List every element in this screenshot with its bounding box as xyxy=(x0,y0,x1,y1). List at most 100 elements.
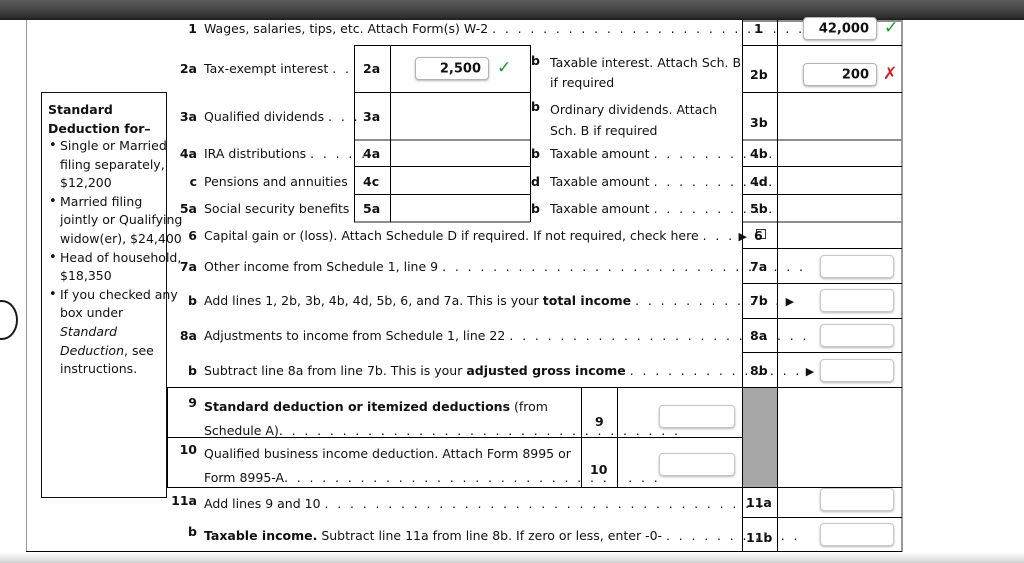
line-3a-description: Qualified dividends . . . xyxy=(204,109,360,124)
line-2a-amount-field[interactable]: 2,500 xyxy=(415,57,489,80)
rule-7a-bottom xyxy=(742,283,902,284)
line-11b-amount-field[interactable] xyxy=(820,523,894,546)
line-2a-box-label: 2a xyxy=(363,61,381,76)
rule-3b-bottom xyxy=(742,139,902,141)
line-10-amount-field[interactable] xyxy=(659,453,735,476)
line-7a-text: Other income from Schedule 1, line 9 xyxy=(204,259,439,274)
line-11b-leader-dots: . . . . . . . . . . . xyxy=(666,528,800,543)
line-8a-amount-field[interactable] xyxy=(820,324,894,347)
rule-5b-bottom-right xyxy=(742,221,902,223)
rule-4a-bottom xyxy=(354,166,530,167)
rule-4a-top xyxy=(354,139,530,141)
line-6-number: 6 xyxy=(188,228,197,243)
line-8b-arrow-icon: ▶ xyxy=(805,365,815,378)
line-5b-description: Taxable amount . . . . . . . . . . xyxy=(550,201,775,216)
line-5a-box-label: 5a xyxy=(363,201,381,216)
line-5a-text: Social security benefits xyxy=(204,201,350,216)
line-3b-text-line2: Sch. B if required xyxy=(550,123,658,138)
standard-deduction-title-line2: Deduction for– xyxy=(48,121,151,136)
line-2b-cross-icon: ✗ xyxy=(883,64,898,84)
vrule-midcol-right xyxy=(530,45,531,222)
rule-11a-bottom xyxy=(742,517,902,518)
line-8a-text: Adjustments to income from Schedule 1, l… xyxy=(204,328,506,343)
line-4c-description: Pensions and annuities xyxy=(204,174,348,189)
standard-deduction-title: Standard Deduction for– xyxy=(48,100,166,138)
line-2b-amount-value: 200 xyxy=(841,67,869,82)
rule-4c-bottom xyxy=(354,194,530,195)
line-10-number: 10 xyxy=(179,442,197,457)
bullet4-italic: Standard Deduction xyxy=(60,323,124,358)
line-9-number: 9 xyxy=(188,395,197,410)
line-8a-description: Adjustments to income from Schedule 1, l… xyxy=(204,328,809,343)
line-9-amount-field[interactable] xyxy=(659,405,735,428)
shaded-no-entry-block xyxy=(742,387,777,487)
rule-7b-bottom xyxy=(742,318,902,319)
line-4a-leader-dots: . . . . . xyxy=(310,146,368,161)
line-11a-number: 11a xyxy=(171,493,197,508)
line-7a-number: 7a xyxy=(179,259,197,274)
line-7b-arrow-icon: ▶ xyxy=(785,295,795,308)
vrule-midcol-inner xyxy=(390,45,391,222)
line-3a-text: Qualified dividends xyxy=(204,109,325,124)
line-8a-number: 8a xyxy=(179,328,197,343)
line-7a-box-label: 7a xyxy=(750,259,768,274)
rule-2b-bottom xyxy=(742,92,902,93)
line-2b-amount-field[interactable]: 200 xyxy=(803,63,877,86)
standard-deduction-title-line1: Standard xyxy=(48,102,113,117)
line-4b-number: b xyxy=(531,146,540,161)
line-4d-text: Taxable amount xyxy=(550,174,650,189)
line-9-text-rest: (from xyxy=(510,399,548,414)
line-9-text-line2: Schedule A). . . . . . . . . . . . . . .… xyxy=(204,419,680,443)
rule-9-top xyxy=(167,387,742,388)
rule-2a-bottom xyxy=(354,92,530,93)
line-8b-leader-dots: . . . . . . . . . . . . . . xyxy=(629,363,802,378)
line-2a-number: 2a xyxy=(179,61,197,76)
standard-deduction-bullets: Single or Married filing separately, $12… xyxy=(44,137,184,379)
line-8b-box-label: 8b xyxy=(750,363,768,378)
line-2a-text: Tax-exempt interest xyxy=(204,61,329,76)
window-chrome-bottom-bar xyxy=(0,552,1024,563)
rule-11b-bottom xyxy=(26,551,902,552)
rule-8a-bottom xyxy=(742,352,902,353)
rule-6-bottom xyxy=(742,248,902,249)
line-11b-number: b xyxy=(188,524,197,539)
line-2b-number: b xyxy=(531,53,540,68)
rule-4b-bottom xyxy=(742,166,902,167)
line-7b-description: Add lines 1, 2b, 3b, 4b, 4d, 5b, 6, and … xyxy=(204,293,794,309)
line-3b-text-line1: Ordinary dividends. Attach xyxy=(550,102,718,117)
line-1-text: Wages, salaries, tips, etc. Attach Form(… xyxy=(204,21,489,36)
line-3a-number: 3a xyxy=(179,109,197,124)
line-9-text-line1: Standard deduction or itemized deduction… xyxy=(204,395,680,419)
line-11b-box-label: 11b xyxy=(746,530,773,545)
line-11b-text-rest: Subtract line 11a from line 8b. If zero … xyxy=(317,528,663,543)
line-1-box-label: 1 xyxy=(754,21,763,36)
form-sheet-right-edge xyxy=(901,20,903,552)
line-1-amount-field[interactable]: 42,000 xyxy=(803,17,877,40)
line-5b-text: Taxable amount xyxy=(550,201,650,216)
line-5a-number: 5a xyxy=(179,201,197,216)
line-4b-box-label: 4b xyxy=(750,146,768,161)
line-4c-number: c xyxy=(189,174,197,189)
line-2b-description: Taxable interest. Attach Sch. B if requi… xyxy=(550,53,741,93)
line-6-description: Capital gain or (loss). Attach Schedule … xyxy=(204,228,766,244)
line-11a-amount-field[interactable] xyxy=(820,488,894,511)
line-1-number: 1 xyxy=(188,21,197,36)
line-9-box-label: 9 xyxy=(595,414,604,429)
line-9-text-schedule: Schedule A) xyxy=(204,423,279,438)
line-2a-check-icon: ✓ xyxy=(497,58,512,78)
line-7a-amount-field[interactable] xyxy=(820,255,894,278)
line-7b-amount-field[interactable] xyxy=(820,289,894,312)
line-9-leader-dots: . . . . . . . . . . . . . . . . . . . . … xyxy=(278,423,681,438)
line-8b-amount-field[interactable] xyxy=(820,359,894,382)
line-3b-description: Ordinary dividends. Attach Sch. B if req… xyxy=(550,99,717,141)
line-5b-number: b xyxy=(531,201,540,216)
line-2a-amount-value: 2,500 xyxy=(439,61,481,76)
line-1-leader-dots: . . . . . . . . . . . . . . . . . . . . … xyxy=(492,21,830,36)
line-7b-text-bold: total income xyxy=(542,293,632,308)
line-1-check-icon: ✓ xyxy=(884,18,899,38)
line-11b-description: Taxable income. Subtract line 11a from l… xyxy=(204,528,800,543)
line-4d-box-label: 4d xyxy=(750,174,768,189)
line-7b-box-label: 7b xyxy=(750,293,768,308)
rule-below-line1 xyxy=(742,45,902,46)
screenshot-root: Standard Deduction for– Single or Marrie… xyxy=(0,0,1024,563)
